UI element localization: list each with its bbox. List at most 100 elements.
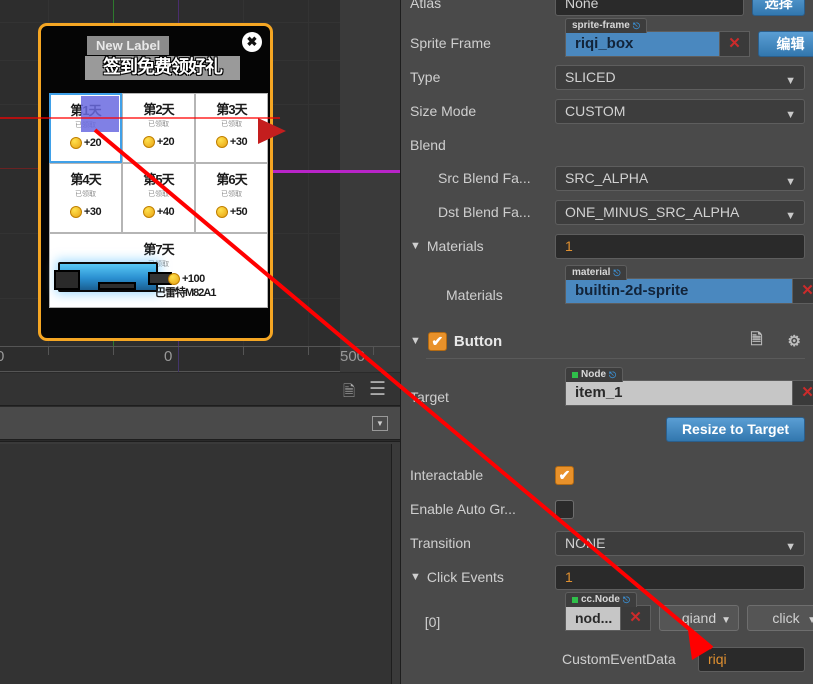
property-row-click-events: ▼ Click Events 1 xyxy=(410,560,805,594)
interactable-checkbox[interactable]: ✔ xyxy=(555,465,574,485)
target-type-tag: Node ⎋ xyxy=(565,367,624,382)
day-status: 已领取 xyxy=(148,191,169,198)
tag-text: sprite-frame xyxy=(572,20,630,31)
external-link-icon[interactable]: ⎋ xyxy=(623,593,630,607)
type-dropdown[interactable]: SLICED ▼ xyxy=(555,64,805,90)
chevron-down-icon: ▼ xyxy=(807,615,813,626)
property-row-size-mode: Size Mode CUSTOM ▼ xyxy=(410,94,805,128)
size-mode-dropdown[interactable]: CUSTOM ▼ xyxy=(555,98,805,124)
day-label: 第3天 xyxy=(216,102,247,117)
tag-text: cc.Node xyxy=(581,594,620,605)
signin-row: 第4天 已领取 +30 第5天 已领取 +40 第6天 已领取 +50 xyxy=(49,163,268,233)
property-row-atlas: Atlas None 选择 xyxy=(410,0,805,20)
chevron-down-icon[interactable]: ▼ xyxy=(372,416,388,431)
page-title: 签到免费领好礼 xyxy=(85,56,240,80)
chevron-down-icon: ▼ xyxy=(785,540,796,553)
transition-value: NONE xyxy=(565,534,606,551)
property-row-interactable: Interactable ✔ xyxy=(410,458,805,492)
signin-day-cell[interactable]: 第1天 已领取 +20 xyxy=(49,93,122,163)
property-row-dst-blend: Dst Blend Fa... ONE_MINUS_SRC_ALPHA ▼ xyxy=(410,195,805,229)
signin-day-cell[interactable]: 第2天 已领取 +20 xyxy=(122,93,195,163)
click-events-label: Click Events xyxy=(426,569,504,585)
target-label: Target xyxy=(410,389,449,405)
panel-search-bar[interactable]: ▼ xyxy=(0,407,400,440)
external-link-icon[interactable]: ⎋ xyxy=(613,266,620,280)
day-status: 已领取 xyxy=(221,191,242,198)
material-clear-button[interactable]: ✕ xyxy=(793,278,813,304)
src-blend-dropdown[interactable]: SRC_ALPHA ▼ xyxy=(555,165,805,191)
collapse-caret-icon[interactable]: ▼ xyxy=(410,240,421,252)
dst-blend-label: Dst Blend Fa... xyxy=(438,204,531,220)
target-value[interactable]: item_1 xyxy=(565,380,793,406)
property-row-auto-gray: Enable Auto Gr... xyxy=(410,492,805,526)
close-circle-icon[interactable]: ✖ xyxy=(242,32,262,52)
click-event-component-dropdown[interactable]: qiand ▼ xyxy=(659,605,739,631)
reward-amount: +20 xyxy=(83,137,102,149)
sprite-frame-label: Sprite Frame xyxy=(410,35,491,51)
materials-count-field[interactable]: 1 xyxy=(555,233,805,259)
signin-day-cell[interactable]: 第5天 已领取 +40 xyxy=(122,163,195,233)
menu-icon[interactable]: ☰ xyxy=(369,378,386,401)
atlas-select-button[interactable]: 选择 xyxy=(752,0,805,16)
collapse-caret-icon[interactable]: ▼ xyxy=(410,335,421,347)
button-enabled-checkbox[interactable]: ✔ xyxy=(427,331,447,351)
property-row-type: Type SLICED ▼ xyxy=(410,60,805,94)
external-link-icon[interactable]: ⎋ xyxy=(633,19,640,33)
target-asset-row[interactable]: item_1 ✕ xyxy=(565,380,813,406)
material-asset-row[interactable]: builtin-2d-sprite ✕ xyxy=(565,278,813,304)
sprite-frame-clear-button[interactable]: ✕ xyxy=(720,31,750,57)
click-events-count-field[interactable]: 1 xyxy=(555,564,805,590)
handler-value: click xyxy=(772,610,800,626)
collapse-caret-icon[interactable]: ▼ xyxy=(410,571,421,583)
tag-text: Node xyxy=(581,369,606,380)
canvas-ruler[interactable]: 0 0 500 xyxy=(0,346,400,372)
sprite-frame-edit-button[interactable]: 编辑 xyxy=(758,31,813,57)
atlas-label: Atlas xyxy=(410,0,442,11)
external-link-icon[interactable]: ⎋ xyxy=(609,368,616,382)
signin-grid: 第1天 已领取 +20 第2天 已领取 +20 第3天 已领取 +30 第4天 … xyxy=(49,93,268,308)
bottom-panel-content[interactable] xyxy=(0,444,392,684)
grid-line xyxy=(308,0,309,346)
auto-gray-checkbox[interactable] xyxy=(555,499,574,519)
click-event-handler-dropdown[interactable]: click ▼ xyxy=(747,605,813,631)
target-clear-button[interactable]: ✕ xyxy=(793,380,813,406)
panel-toolbar[interactable]: 🗎 ☰ xyxy=(0,373,400,406)
sprite-frame-asset-row[interactable]: riqi_box ✕ 编辑 xyxy=(565,31,813,57)
dst-blend-dropdown[interactable]: ONE_MINUS_SRC_ALPHA ▼ xyxy=(555,199,805,225)
resize-to-target-button[interactable]: Resize to Target xyxy=(666,417,805,442)
signin-day-cell[interactable]: 第4天 已领取 +30 xyxy=(49,163,122,233)
copy-icon[interactable]: 🗎 xyxy=(343,381,355,406)
signin-final-day-cell[interactable]: 第7天 已领取 +100 巴雷特M82A1 xyxy=(49,233,268,308)
click-event-clear-button[interactable]: ✕ xyxy=(621,605,651,631)
signin-day-cell[interactable]: 第6天 已领取 +50 xyxy=(195,163,268,233)
button-component-label: Button xyxy=(453,332,503,350)
coin-icon xyxy=(142,136,155,148)
gear-icon[interactable]: ⚙ xyxy=(788,332,801,350)
ruler-axis-marker xyxy=(178,347,179,372)
materials-item-label: Materials xyxy=(446,287,503,303)
click-event-node-value[interactable]: nod... xyxy=(565,605,621,631)
material-value[interactable]: builtin-2d-sprite xyxy=(565,278,793,304)
transition-dropdown[interactable]: NONE ▼ xyxy=(555,530,805,556)
scene-canvas[interactable]: ✖ New Label 签到免费领好礼 第1天 已领取 +20 第2天 已领取 … xyxy=(0,0,400,346)
help-doc-icon[interactable]: 🗎 xyxy=(750,329,762,354)
day-status: 已领取 xyxy=(221,121,242,128)
day-status: 已领取 xyxy=(75,122,96,129)
custom-event-data-field[interactable]: riqi xyxy=(698,646,805,672)
day-label: 第7天 xyxy=(143,242,174,257)
atlas-value[interactable]: None xyxy=(555,0,745,16)
canvas-selection-region xyxy=(340,0,400,346)
coin-icon xyxy=(215,206,228,218)
click-event-controls[interactable]: nod... ✕ qiand ▼ click ▼ xyxy=(565,605,813,631)
selected-node-frame[interactable]: ✖ New Label 签到免费领好礼 第1天 已领取 +20 第2天 已领取 … xyxy=(38,23,273,341)
button-component-header[interactable]: ▼ ✔ Button 🗎 ⚙ xyxy=(410,326,805,356)
property-row-custom-event-data: CustomEventData riqi xyxy=(410,642,805,676)
node-color-dot xyxy=(572,597,578,603)
type-value: SLICED xyxy=(565,68,616,85)
sprite-frame-type-tag: sprite-frame ⎋ xyxy=(565,18,647,33)
sprite-frame-value[interactable]: riqi_box xyxy=(565,31,720,57)
property-row-materials-count: ▼ Materials 1 xyxy=(410,229,805,263)
size-mode-value: CUSTOM xyxy=(565,102,626,119)
day-label: 第5天 xyxy=(143,172,174,187)
scene-editor-panel[interactable]: ✖ New Label 签到免费领好礼 第1天 已领取 +20 第2天 已领取 … xyxy=(0,0,400,684)
